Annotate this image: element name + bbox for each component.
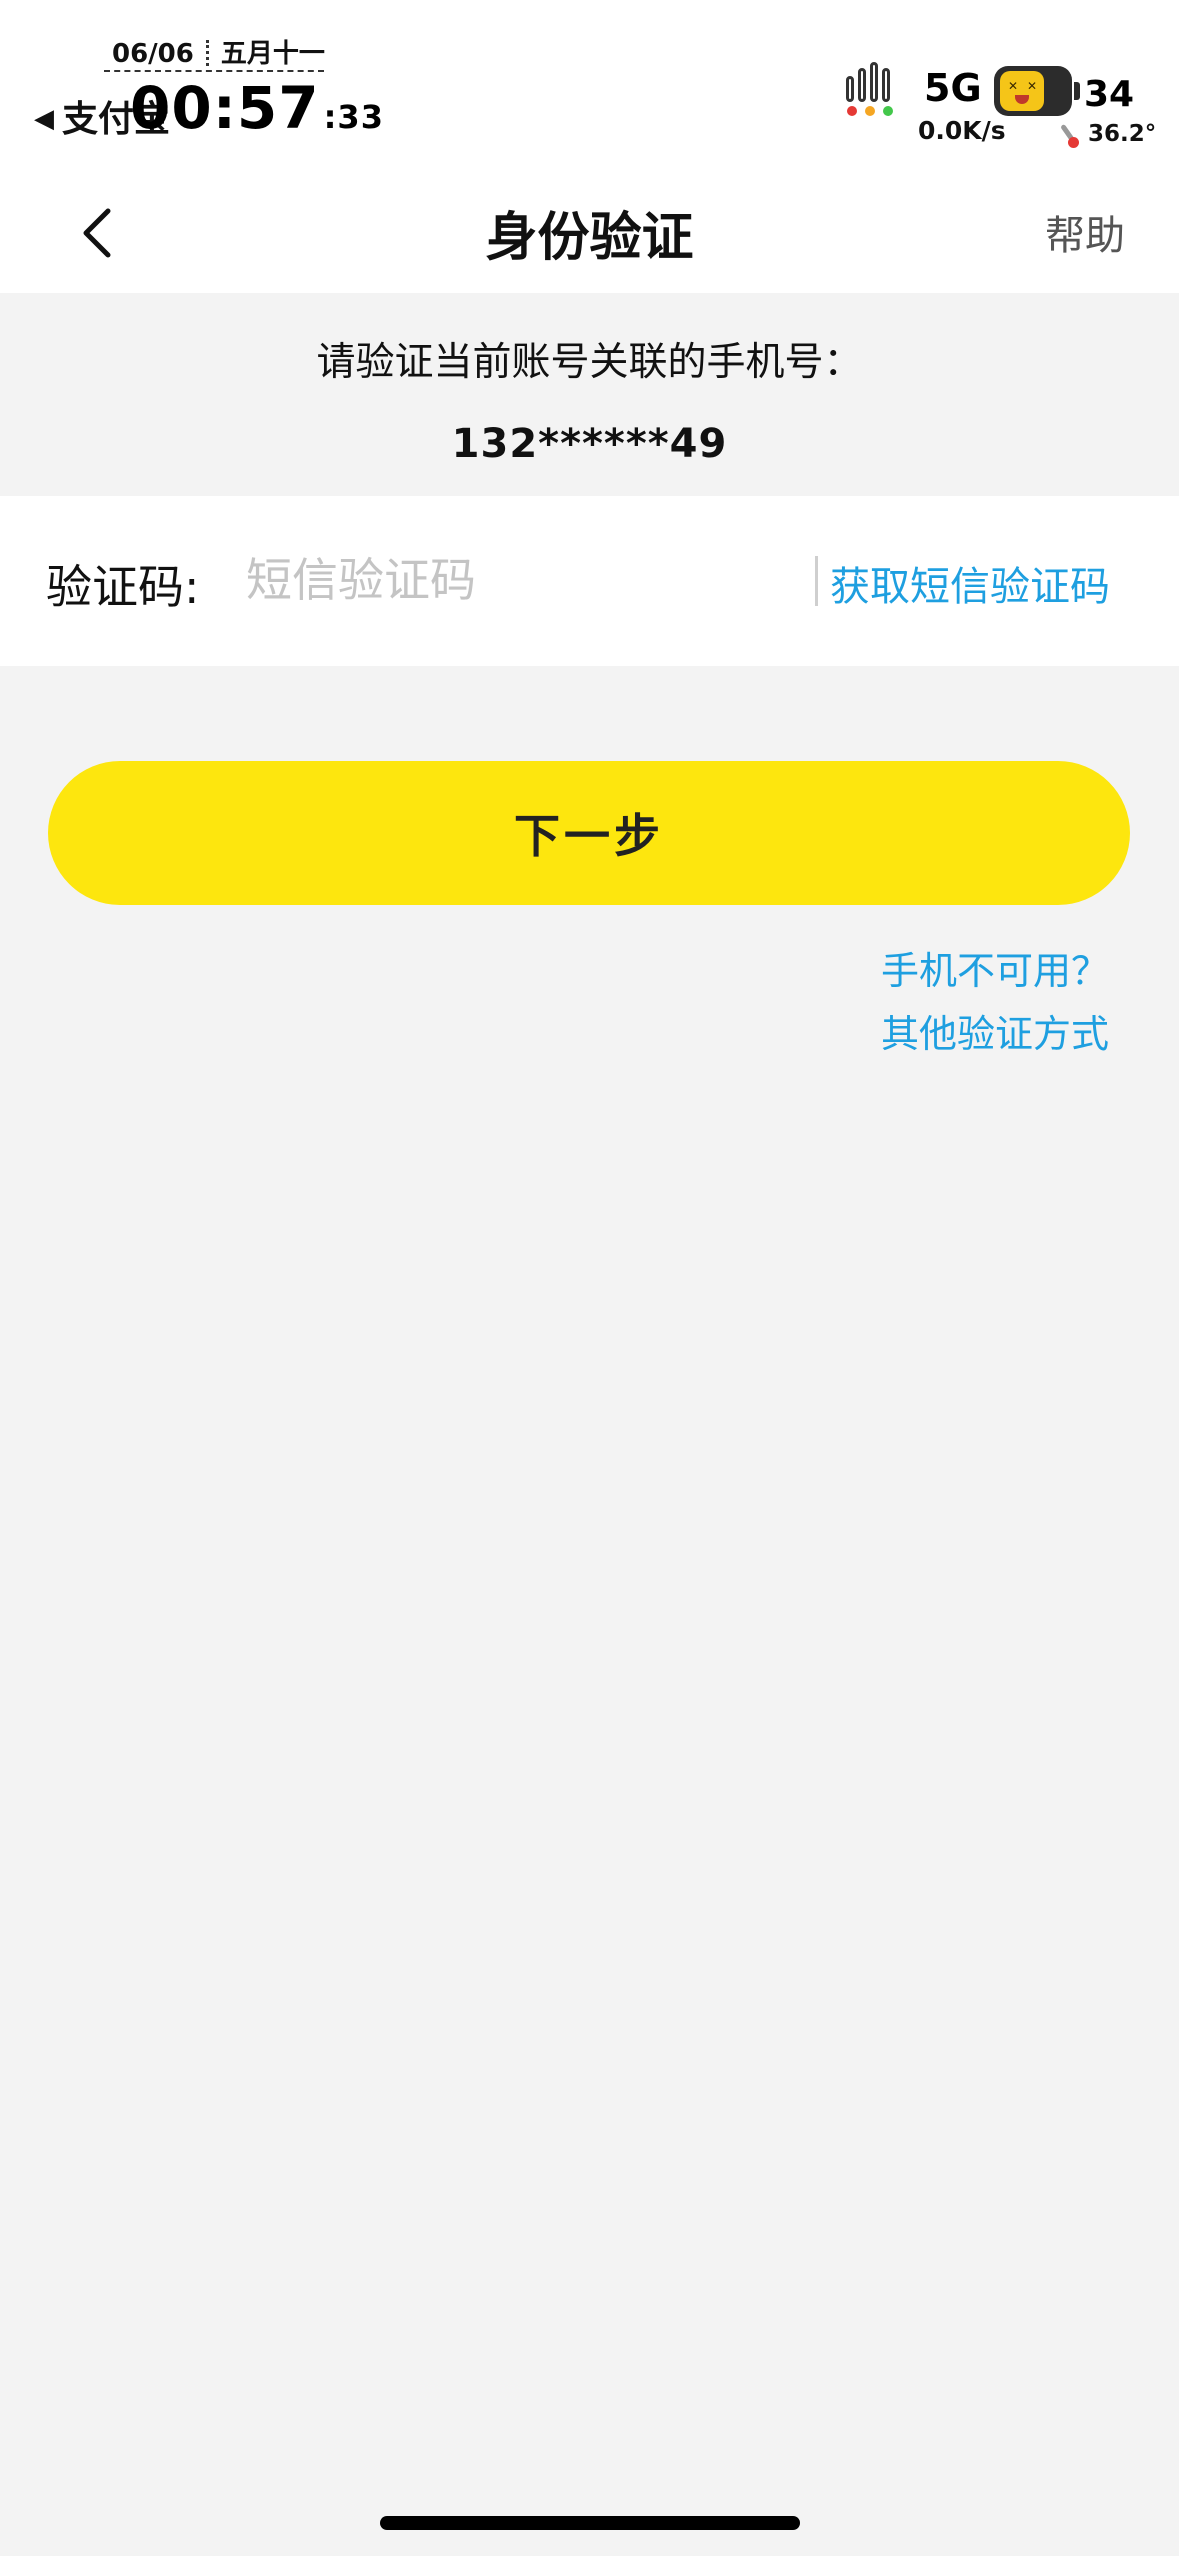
sms-code-input[interactable] <box>246 544 786 616</box>
status-date: 06/06 五月十一 <box>112 33 325 70</box>
other-verification-link[interactable]: 手机不可用？ 其他验证方式 <box>881 940 1109 1066</box>
battery-face-icon: ✕ ✕ <box>1000 71 1044 111</box>
home-indicator[interactable] <box>380 2516 800 2530</box>
battery-icon: ✕ ✕ <box>994 66 1080 116</box>
sms-code-label: 验证码: <box>46 560 200 614</box>
signal-bar <box>882 68 890 102</box>
signal-bar <box>846 76 854 102</box>
status-bar: 06/06 五月十一 ◀ 支付宝 00:57:33 5G 0.0K/s ✕ ✕ 34… <box>0 0 1179 175</box>
signal-icon <box>846 60 902 116</box>
help-button[interactable]: 帮助 <box>1045 203 1125 261</box>
signal-bar <box>870 62 878 102</box>
next-step-button[interactable]: 下一步 <box>48 761 1130 905</box>
status-clock-time: 00:57 <box>130 74 320 142</box>
input-divider <box>815 556 818 606</box>
status-clock: 00:57:33 <box>130 74 384 142</box>
back-triangle-icon: ◀ <box>34 104 54 134</box>
battery-level: 34 <box>1084 74 1135 115</box>
device-temperature: 36.2° <box>1088 121 1157 147</box>
get-sms-code-button[interactable]: 获取短信验证码 <box>830 554 1110 612</box>
status-lunar-date: 五月十一 <box>220 39 325 69</box>
phone-unavailable-text: 手机不可用？ <box>880 949 1109 993</box>
signal-dot <box>883 106 893 116</box>
signal-bar <box>858 68 866 102</box>
sms-code-row: 验证码: 获取短信验证码 <box>0 496 1179 666</box>
masked-phone-number: 132******49 <box>451 421 728 467</box>
status-date-separator <box>205 40 209 66</box>
thermometer-icon <box>1060 122 1082 150</box>
verification-prompt: 请验证当前账号关联的手机号： <box>316 340 863 385</box>
verification-info: 请验证当前账号关联的手机号： 132******49 <box>0 293 1179 496</box>
signal-dot <box>865 106 875 116</box>
status-date-underline <box>104 70 324 72</box>
page-title: 身份验证 <box>485 208 694 268</box>
nav-bar: 身份验证 帮助 <box>0 175 1179 293</box>
other-method-text: 其他验证方式 <box>880 1012 1109 1056</box>
signal-dot <box>847 106 857 116</box>
status-clock-seconds: :33 <box>323 98 384 136</box>
status-date-text: 06/06 <box>112 39 194 69</box>
network-type: 5G <box>924 66 982 110</box>
network-speed: 0.0K/s <box>918 116 1006 145</box>
